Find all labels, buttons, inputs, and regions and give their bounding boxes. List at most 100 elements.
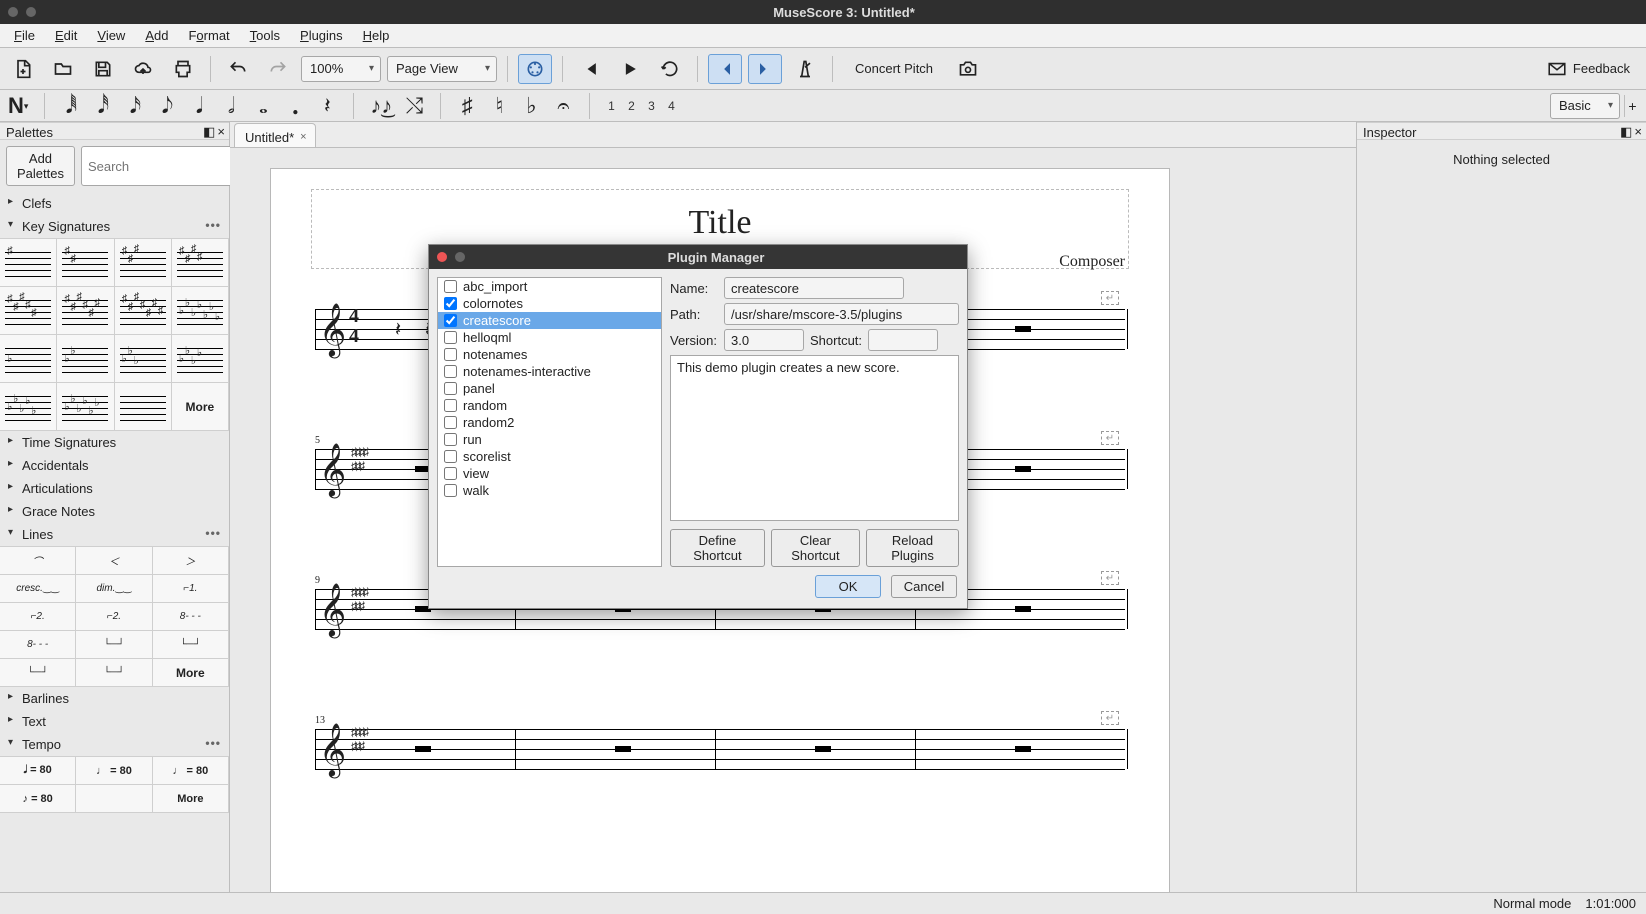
undock-icon[interactable]: ◧ [203,124,215,140]
keysig-cell[interactable]: ♯♯♯♯♯♯ [57,287,114,335]
plugin-checkbox[interactable] [444,314,457,327]
keysig-cell[interactable]: ♭♭♭♭♭♭ [57,383,114,431]
close-icon[interactable]: × [1634,124,1642,140]
voice-4-button[interactable]: 4 [666,99,676,113]
palette-accidentals[interactable]: Accidentals [0,454,229,477]
tempo-cell[interactable]: ♪ = 80 [0,785,76,813]
line-cell[interactable]: dim.‿‿ [76,575,152,603]
keysig-cell[interactable]: ♯♯♯ [115,239,172,287]
plugin-row-colornotes[interactable]: colornotes [438,295,661,312]
view-mode-combo[interactable]: Page View▾ [387,56,497,82]
plugin-checkbox[interactable] [444,433,457,446]
window-minimize-icon[interactable] [26,7,36,17]
plugin-row-abc_import[interactable]: abc_import [438,278,661,295]
line-cell[interactable]: ⌐1. [153,575,229,603]
keysig-cell[interactable]: ♯♯♯♯♯♯♯ [115,287,172,335]
keysig-cell[interactable] [115,383,172,431]
voice-3-button[interactable]: 3 [646,99,656,113]
rest-button[interactable]: 𝄽 [317,93,337,119]
menu-format[interactable]: Format [180,26,237,45]
plugin-shortcut-field[interactable] [868,329,938,351]
line-cell[interactable]: └─┘ [76,659,152,687]
plugin-row-scorelist[interactable]: scorelist [438,448,661,465]
keysig-cell[interactable]: ♭♭♭♭ [172,335,229,383]
loop-out-button[interactable] [748,54,782,84]
undo-button[interactable] [221,54,255,84]
reload-plugins-button[interactable]: Reload Plugins [866,529,959,567]
document-tab[interactable]: Untitled*× [234,123,316,147]
voice-2-button[interactable]: 2 [626,99,636,113]
note-input-mode-button[interactable]: N▾ [8,93,28,119]
plugin-checkbox[interactable] [444,297,457,310]
flip-button[interactable]: ⤭ [404,93,424,119]
concert-pitch-button[interactable]: Concert Pitch [843,61,945,76]
rewind-button[interactable] [573,54,607,84]
staff[interactable]: 𝄞♯♯♯♯♯♯♯ [315,729,1125,769]
plugin-version-field[interactable] [724,329,804,351]
tempo-cell[interactable]: 𝅗𝅥 = 80 [0,757,76,785]
line-cell[interactable]: 8- - - [0,631,76,659]
palette-lines[interactable]: Lines••• [0,523,229,546]
zoom-combo[interactable]: 100%▾ [301,56,381,82]
palette-more-button[interactable]: More [153,785,229,813]
keysig-cell[interactable]: ♭♭♭♭♭♭♭ [172,287,229,335]
tie-button[interactable]: ♪͜♪ [370,93,392,119]
tempo-cell[interactable]: ♩ = 80 [76,757,152,785]
palette-menu-icon[interactable]: ••• [205,218,221,232]
keysig-cell[interactable]: ♯♯ [57,239,114,287]
window-close-icon[interactable] [8,7,18,17]
marcato-button[interactable]: 𝄐 [553,93,573,119]
palette-more-button[interactable]: More [172,383,229,431]
menu-file[interactable]: File [6,26,43,45]
add-palettes-button[interactable]: Add Palettes [6,146,75,186]
line-cell[interactable]: ⌒ [0,547,76,575]
plugin-checkbox[interactable] [444,484,457,497]
note-8th-button[interactable]: 𝅘𝅥𝅮 [157,93,177,119]
palette-more-button[interactable]: More [153,659,229,687]
save-button[interactable] [86,54,120,84]
score-title[interactable]: Title [312,204,1128,242]
line-cell[interactable]: ＞ [153,547,229,575]
dialog-minimize-icon[interactable] [455,252,465,262]
undock-icon[interactable]: ◧ [1620,124,1632,140]
palette-time-signatures[interactable]: Time Signatures [0,431,229,454]
dialog-titlebar[interactable]: Plugin Manager [429,245,967,269]
menu-view[interactable]: View [89,26,133,45]
plugin-checkbox[interactable] [444,331,457,344]
palette-barlines[interactable]: Barlines [0,687,229,710]
line-cell[interactable]: ⌐2. [0,603,76,631]
workspace-combo[interactable]: Basic▾ [1550,93,1620,119]
voice-1-button[interactable]: 1 [606,99,616,113]
clear-shortcut-button[interactable]: Clear Shortcut [771,529,860,567]
score-composer[interactable]: Composer [1059,253,1125,271]
palette-articulations[interactable]: Articulations [0,477,229,500]
plugin-row-panel[interactable]: panel [438,380,661,397]
natural-button[interactable]: ♮ [489,93,509,119]
plugin-checkbox[interactable] [444,467,457,480]
ok-button[interactable]: OK [815,575,881,598]
layout-break-icon[interactable]: ↵ [1101,291,1119,305]
midi-input-button[interactable] [518,54,552,84]
palette-text[interactable]: Text [0,710,229,733]
plugin-checkbox[interactable] [444,348,457,361]
palette-menu-icon[interactable]: ••• [205,526,221,540]
palette-menu-icon[interactable]: ••• [205,736,221,750]
note-64th-button[interactable]: 𝅘𝅥𝅱 [61,93,81,119]
plugin-checkbox[interactable] [444,399,457,412]
layout-break-icon[interactable]: ↵ [1101,571,1119,585]
line-cell[interactable]: └─┘ [0,659,76,687]
feedback-button[interactable]: Feedback [1537,61,1640,76]
close-icon[interactable]: × [217,124,225,140]
plugin-row-random2[interactable]: random2 [438,414,661,431]
redo-button[interactable] [261,54,295,84]
plugin-row-helloqml[interactable]: helloqml [438,329,661,346]
open-button[interactable] [46,54,80,84]
line-cell[interactable]: cresc.‿‿ [0,575,76,603]
note-whole-button[interactable]: 𝅝 [253,93,273,119]
plugin-checkbox[interactable] [444,280,457,293]
tempo-cell[interactable] [76,785,152,813]
line-cell[interactable]: └─┘ [153,631,229,659]
keysig-cell[interactable]: ♭♭♭♭♭ [0,383,57,431]
note-half-button[interactable]: 𝅗𝅥 [221,93,241,119]
plugin-checkbox[interactable] [444,450,457,463]
